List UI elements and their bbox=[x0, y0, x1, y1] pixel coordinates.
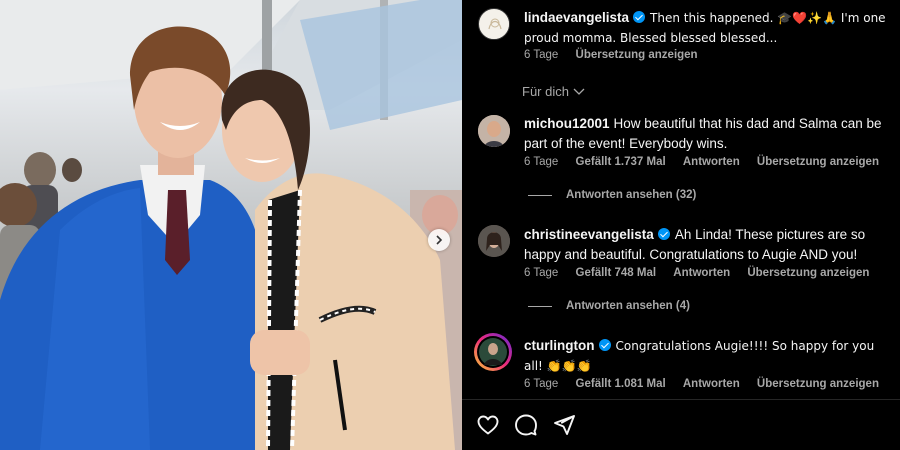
caption-age: 6 Tage bbox=[524, 49, 559, 61]
comment-1-likes[interactable]: Gefällt 1.737 Mal bbox=[576, 156, 666, 168]
comment-2-age: 6 Tage bbox=[524, 267, 559, 279]
comment-2-view-replies[interactable]: Antworten ansehen (4) bbox=[528, 300, 690, 312]
actions-divider bbox=[462, 399, 900, 400]
comment-2: christineevangelista Ah Linda! These pict… bbox=[524, 225, 896, 265]
view-replies-label: Antworten ansehen (32) bbox=[566, 189, 697, 201]
comment-sort-dropdown[interactable]: Für dich bbox=[522, 84, 585, 99]
comments-panel: lindaevangelista Then this happened. 🎓❤️✨… bbox=[462, 0, 900, 450]
like-button[interactable] bbox=[476, 413, 500, 437]
translate-button[interactable]: Übersetzung anzeigen bbox=[576, 49, 698, 61]
comment-3: cturlington Congratulations Augie!!!! So … bbox=[524, 336, 896, 376]
post-actions bbox=[476, 413, 576, 437]
comment-1-translate-button[interactable]: Übersetzung anzeigen bbox=[757, 156, 879, 168]
graduation-photo-illustration bbox=[0, 0, 462, 450]
post-photo bbox=[0, 0, 462, 450]
chevron-down-icon bbox=[573, 88, 585, 95]
avatar-christineevangelista[interactable] bbox=[478, 225, 510, 257]
comment-2-likes[interactable]: Gefällt 748 Mal bbox=[576, 267, 657, 279]
comment-icon bbox=[515, 414, 537, 436]
comment-button[interactable] bbox=[514, 413, 538, 437]
chevron-right-icon bbox=[436, 235, 443, 245]
comment-3-age: 6 Tage bbox=[524, 378, 559, 390]
avatar-michou12001[interactable] bbox=[478, 115, 510, 147]
comment-1: michou12001 How beautiful that his dad an… bbox=[524, 114, 896, 154]
avatar-lindaevangelista[interactable] bbox=[478, 8, 510, 40]
comment-3-username[interactable]: cturlington bbox=[524, 338, 595, 353]
avatar-image bbox=[478, 225, 510, 257]
avatar-image bbox=[477, 336, 509, 368]
comment-2-meta: 6 Tage Gefällt 748 Mal Antworten Überset… bbox=[524, 267, 883, 279]
comment-1-reply-button[interactable]: Antworten bbox=[683, 156, 740, 168]
share-button[interactable] bbox=[552, 413, 576, 437]
caption-meta: 6 Tage Übersetzung anzeigen bbox=[524, 49, 712, 61]
verified-badge-icon bbox=[598, 339, 611, 351]
avatar-image bbox=[480, 10, 509, 39]
comment-2-reply-button[interactable]: Antworten bbox=[673, 267, 730, 279]
verified-badge-icon bbox=[633, 11, 646, 23]
heart-icon bbox=[477, 415, 499, 435]
comment-1-age: 6 Tage bbox=[524, 156, 559, 168]
sort-label: Für dich bbox=[522, 84, 569, 99]
comment-1-meta: 6 Tage Gefällt 1.737 Mal Antworten Übers… bbox=[524, 156, 893, 168]
avatar-cturlington[interactable] bbox=[474, 333, 512, 371]
comment-2-translate-button[interactable]: Übersetzung anzeigen bbox=[747, 267, 869, 279]
comment-1-username[interactable]: michou12001 bbox=[524, 116, 610, 131]
avatar-image bbox=[478, 115, 510, 147]
comment-3-reply-button[interactable]: Antworten bbox=[683, 378, 740, 390]
share-icon bbox=[554, 415, 575, 435]
comment-3-translate-button[interactable]: Übersetzung anzeigen bbox=[757, 378, 879, 390]
divider-line bbox=[528, 305, 552, 307]
caption-username[interactable]: lindaevangelista bbox=[524, 10, 629, 25]
divider-line bbox=[528, 194, 552, 196]
comment-3-likes[interactable]: Gefällt 1.081 Mal bbox=[576, 378, 666, 390]
carousel-next-button[interactable] bbox=[428, 229, 450, 251]
comment-3-meta: 6 Tage Gefällt 1.081 Mal Antworten Übers… bbox=[524, 378, 893, 390]
view-replies-label: Antworten ansehen (4) bbox=[566, 300, 690, 312]
caption: lindaevangelista Then this happened. 🎓❤️✨… bbox=[524, 8, 896, 48]
comment-2-username[interactable]: christineevangelista bbox=[524, 227, 654, 242]
verified-badge-icon bbox=[657, 228, 670, 240]
comment-1-view-replies[interactable]: Antworten ansehen (32) bbox=[528, 189, 696, 201]
